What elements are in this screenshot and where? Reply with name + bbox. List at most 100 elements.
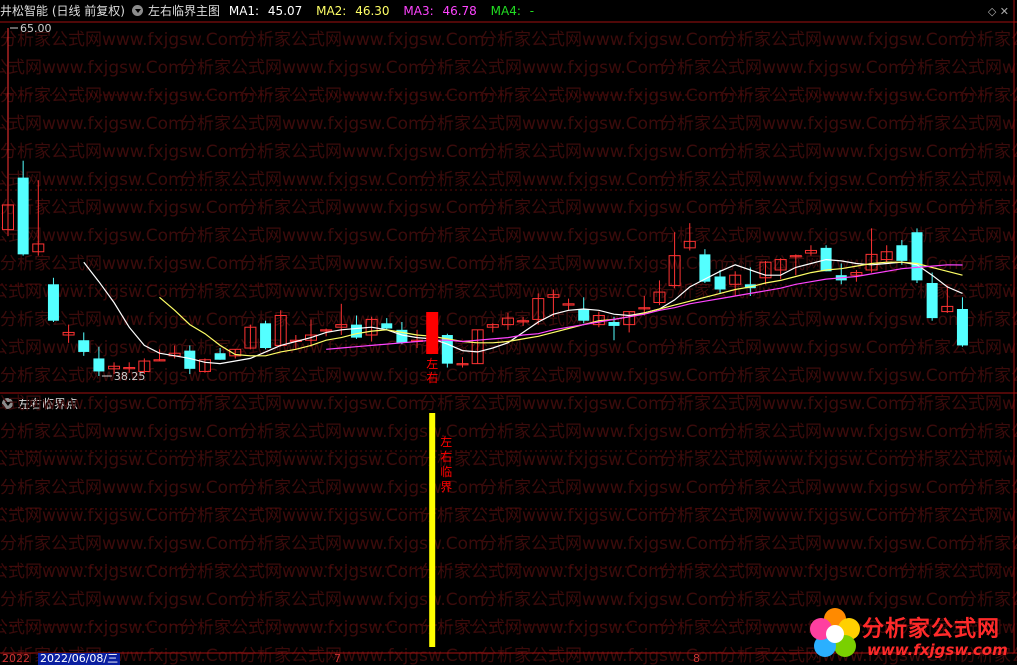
watermark-text: 分析家公式网www.fxjgsw.Com [0,590,245,610]
watermark-text: 分析家公式网www.fxjgsw.Com [720,30,965,50]
watermark-text: 分析家公式网www.fxjgsw.Com [960,86,1017,106]
watermark-text: 分析家公式网www.fxjgsw.Com [960,142,1017,162]
candle-body [47,284,59,321]
candle-body [578,309,590,321]
watermark-text: 分析家公式网www.fxjgsw.Com [240,310,485,330]
watermark-text: 分析家公式网www.fxjgsw.Com [0,86,245,106]
watermark-text: 分析家公式网www.fxjgsw.Com [960,422,1017,442]
watermark-text: 分析家公式网www.fxjgsw.Com [660,114,905,134]
watermark-text: 分析家公式网www.fxjgsw.Com [900,562,1017,582]
watermark-text: 分析家公式网www.fxjgsw.Com [240,254,485,274]
logo-title: 分析家公式网 [862,617,1001,642]
watermark-text: 分析家公式网www.fxjgsw.Com [960,30,1017,50]
watermark-text: 分析家公式网www.fxjgsw.Com [0,114,185,134]
watermark-text: 分析家公式网www.fxjgsw.Com [660,170,905,190]
watermark-text: 分析家公式网www.fxjgsw.Com [960,310,1017,330]
candle-body [911,232,923,281]
watermark-text: 分析家公式网www.fxjgsw.Com [900,506,1017,526]
watermark-text: 分析家公式网www.fxjgsw.Com [900,170,1017,190]
watermark-text: 分析家公式网www.fxjgsw.Com [480,422,725,442]
watermark-text: 分析家公式网www.fxjgsw.Com [900,58,1017,78]
candle-body [926,282,938,319]
watermark-text: 分析家公式网www.fxjgsw.Com [420,226,665,246]
watermark-text: 分析家公式网www.fxjgsw.Com [480,534,725,554]
watermark-text: 分析家公式网www.fxjgsw.Com [960,198,1017,218]
watermark-text: 分析家公式网www.fxjgsw.Com [420,450,665,470]
watermark-text: 分析家公式网www.fxjgsw.Com [480,590,725,610]
watermark-text: 分析家公式网www.fxjgsw.Com [180,618,425,638]
watermark-text: 分析家公式网www.fxjgsw.Com [180,58,425,78]
watermark-text: 分析家公式网www.fxjgsw.Com [720,142,965,162]
watermark-text: 分析家公式网www.fxjgsw.Com [960,254,1017,274]
sub-signal-char: 右 [440,449,452,464]
watermark-text: 分析家公式网www.fxjgsw.Com [0,338,185,358]
watermark-text: 分析家公式网www.fxjgsw.Com [180,170,425,190]
watermark-text: 分析家公式网www.fxjgsw.Com [660,58,905,78]
watermark-text: 分析家公式网www.fxjgsw.Com [0,450,185,470]
watermark-text: 分析家公式网www.fxjgsw.Com [0,58,185,78]
watermark-text: 分析家公式网www.fxjgsw.Com [180,562,425,582]
watermark-text: 分析家公式网www.fxjgsw.Com [0,254,245,274]
candle-body [608,322,620,326]
watermark-text: 分析家公式网www.fxjgsw.Com [420,58,665,78]
watermark-text: 分析家公式网www.fxjgsw.Com [660,394,905,414]
watermark-text: 分析家公式网www.fxjgsw.Com [480,198,725,218]
watermark-text: 分析家公式网www.fxjgsw.Com [180,114,425,134]
watermark-text: 分析家公式网www.fxjgsw.Com [480,30,725,50]
candle-body [714,276,726,290]
month-7: 7 [334,652,341,665]
watermark-text: 分析家公式网www.fxjgsw.Com [660,226,905,246]
cursor-date: 2022/06/08/三 [38,652,121,665]
watermark-text: 分析家公式网www.fxjgsw.Com [720,198,965,218]
watermark-text: 分析家公式网www.fxjgsw.Com [660,450,905,470]
watermark-text: 分析家公式网www.fxjgsw.Com [660,562,905,582]
watermark-text: 分析家公式网www.fxjgsw.Com [240,366,485,386]
watermark-text: 分析家公式网www.fxjgsw.Com [480,254,725,274]
flower-icon [810,608,860,657]
low-label: 38.25 [114,370,145,383]
watermark-text: 分析家公式网www.fxjgsw.Com [180,226,425,246]
watermark-text: 分析家公式网www.fxjgsw.Com [660,338,905,358]
watermark-text: 分析家公式网www.fxjgsw.Com [420,114,665,134]
watermark-text: 分析家公式网www.fxjgsw.Com [720,534,965,554]
signal-block [426,312,439,354]
watermark-text: 分析家公式网www.fxjgsw.Com [480,142,725,162]
watermark-text: 分析家公式网www.fxjgsw.Com [420,394,665,414]
candle-body [214,353,226,360]
candle-body [78,340,90,352]
watermark-text: 分析家公式网www.fxjgsw.Com [720,254,965,274]
watermark-text: 分析家公式网www.fxjgsw.Com [420,618,665,638]
watermark-text: 分析家公式网www.fxjgsw.Com [0,618,185,638]
watermark-text: 分析家公式网www.fxjgsw.Com [480,86,725,106]
watermark-text: 分析家公式网www.fxjgsw.Com [720,478,965,498]
watermark-text: 分析家公式网www.fxjgsw.Com [240,86,485,106]
sub-signal-char: 左 [440,434,452,449]
year-label: 2022 [2,652,30,665]
signal-char: 右 [426,370,438,385]
watermark-text: 分析家公式网www.fxjgsw.Com [480,478,725,498]
watermark-text: 分析家公式网www.fxjgsw.Com [960,366,1017,386]
watermark-text: 分析家公式网www.fxjgsw.Com [0,394,185,414]
watermark-text: 分析家公式网www.fxjgsw.Com [420,170,665,190]
watermark-text: 分析家公式网www.fxjgsw.Com [900,394,1017,414]
candle-body [260,323,272,349]
watermark-text: 分析家公式网www.fxjgsw.Com [720,422,965,442]
watermark-text: 分析家公式网www.fxjgsw.Com [0,562,185,582]
signal-bar [429,413,436,647]
watermark-text: 分析家公式网www.fxjgsw.Com [0,198,245,218]
watermark-text: 分析家公式网www.fxjgsw.Com [960,478,1017,498]
watermark-text: 分析家公式网www.fxjgsw.Com [480,366,725,386]
watermark-text: 分析家公式网www.fxjgsw.Com [240,534,485,554]
watermark-text: 分析家公式网www.fxjgsw.Com [0,422,245,442]
candle-body [896,245,908,261]
logo-url: www.fxjgsw.com [867,641,1008,659]
watermark-text: 分析家公式网www.fxjgsw.Com [240,590,485,610]
watermark-text: 分析家公式网www.fxjgsw.Com [720,86,965,106]
chart-canvas: 分析家公式网www.fxjgsw.Com分析家公式网www.fxjgsw.Com… [0,0,1017,665]
month-8: 8 [693,652,700,665]
watermark-text: 分析家公式网www.fxjgsw.Com [960,534,1017,554]
candle-body [93,358,105,372]
watermark-text: 分析家公式网www.fxjgsw.Com [240,198,485,218]
watermark-text: 分析家公式网www.fxjgsw.Com [0,310,245,330]
watermark-text: 分析家公式网www.fxjgsw.Com [900,114,1017,134]
